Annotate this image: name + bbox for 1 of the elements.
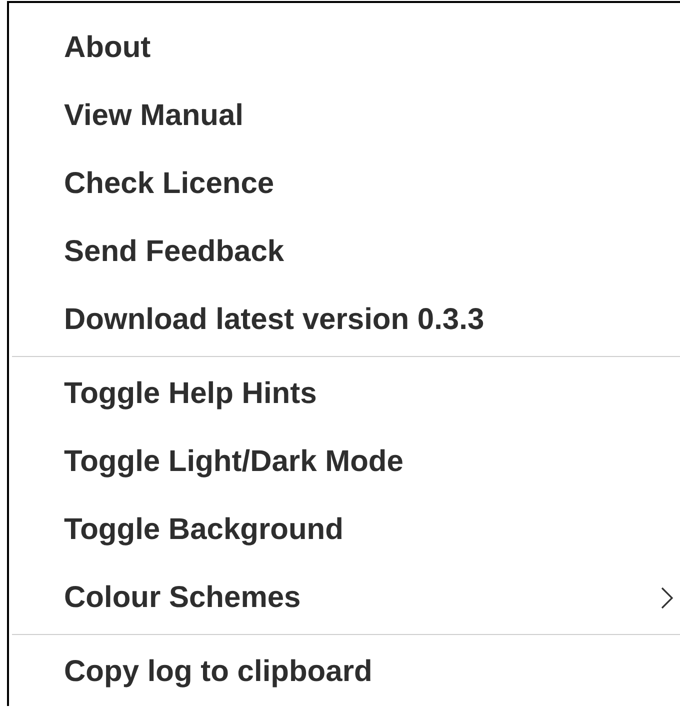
chevron-right-icon xyxy=(660,586,674,610)
